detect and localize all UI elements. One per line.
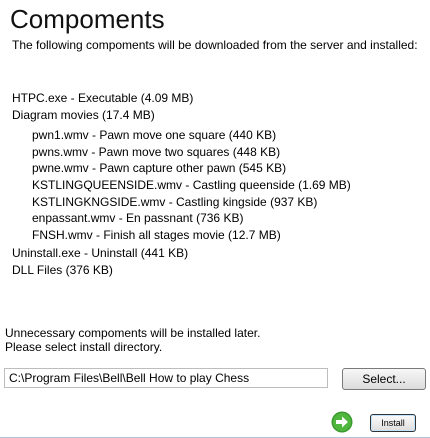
movie-list: pwn1.wmv - Pawn move one square (440 KB)… <box>32 127 424 243</box>
component-item-uninstall-exe: Uninstall.exe - Uninstall (441 KB) <box>12 246 189 261</box>
install-note-line-1: Unnecessary compoments will be installed… <box>5 326 261 340</box>
movie-item-castling-kingside: KSTLINGKNGSIDE.wmv - Castling kingside (… <box>32 194 318 209</box>
component-item-dll-files: DLL Files (376 KB) <box>12 262 113 277</box>
install-note-line-2: Please select install directory. <box>5 340 163 354</box>
install-button[interactable]: Install <box>370 414 416 432</box>
green-arrow-circle-icon[interactable] <box>331 411 353 433</box>
movie-item-finish: FNSH.wmv - Finish all stages movie (12.7… <box>32 227 281 242</box>
component-list: HTPC.exe - Executable (4.09 MB) Diagram … <box>12 90 424 279</box>
page-title: Compoments <box>10 4 165 34</box>
install-directory-input[interactable] <box>4 368 328 388</box>
movie-item-enpassant: enpassant.wmv - En passnant (736 KB) <box>32 211 244 226</box>
component-item-htpc-exe: HTPC.exe - Executable (4.09 MB) <box>12 91 194 105</box>
movie-item-castling-queenside: KSTLINGQUEENSIDE.wmv - Castling queensid… <box>32 177 351 192</box>
select-directory-button[interactable]: Select... <box>342 368 426 390</box>
movie-item-pwns: pwns.wmv - Pawn move two squares (448 KB… <box>32 144 281 159</box>
intro-text: The following compoments will be downloa… <box>12 38 418 52</box>
component-item-diagram-movies: Diagram movies (17.4 MB) <box>12 107 155 122</box>
movie-item-pwne: pwne.wmv - Pawn capture other pawn (545 … <box>32 161 287 176</box>
movie-item-pwn1: pwn1.wmv - Pawn move one square (440 KB) <box>32 128 277 143</box>
install-note: Unnecessary compoments will be installed… <box>5 326 260 354</box>
